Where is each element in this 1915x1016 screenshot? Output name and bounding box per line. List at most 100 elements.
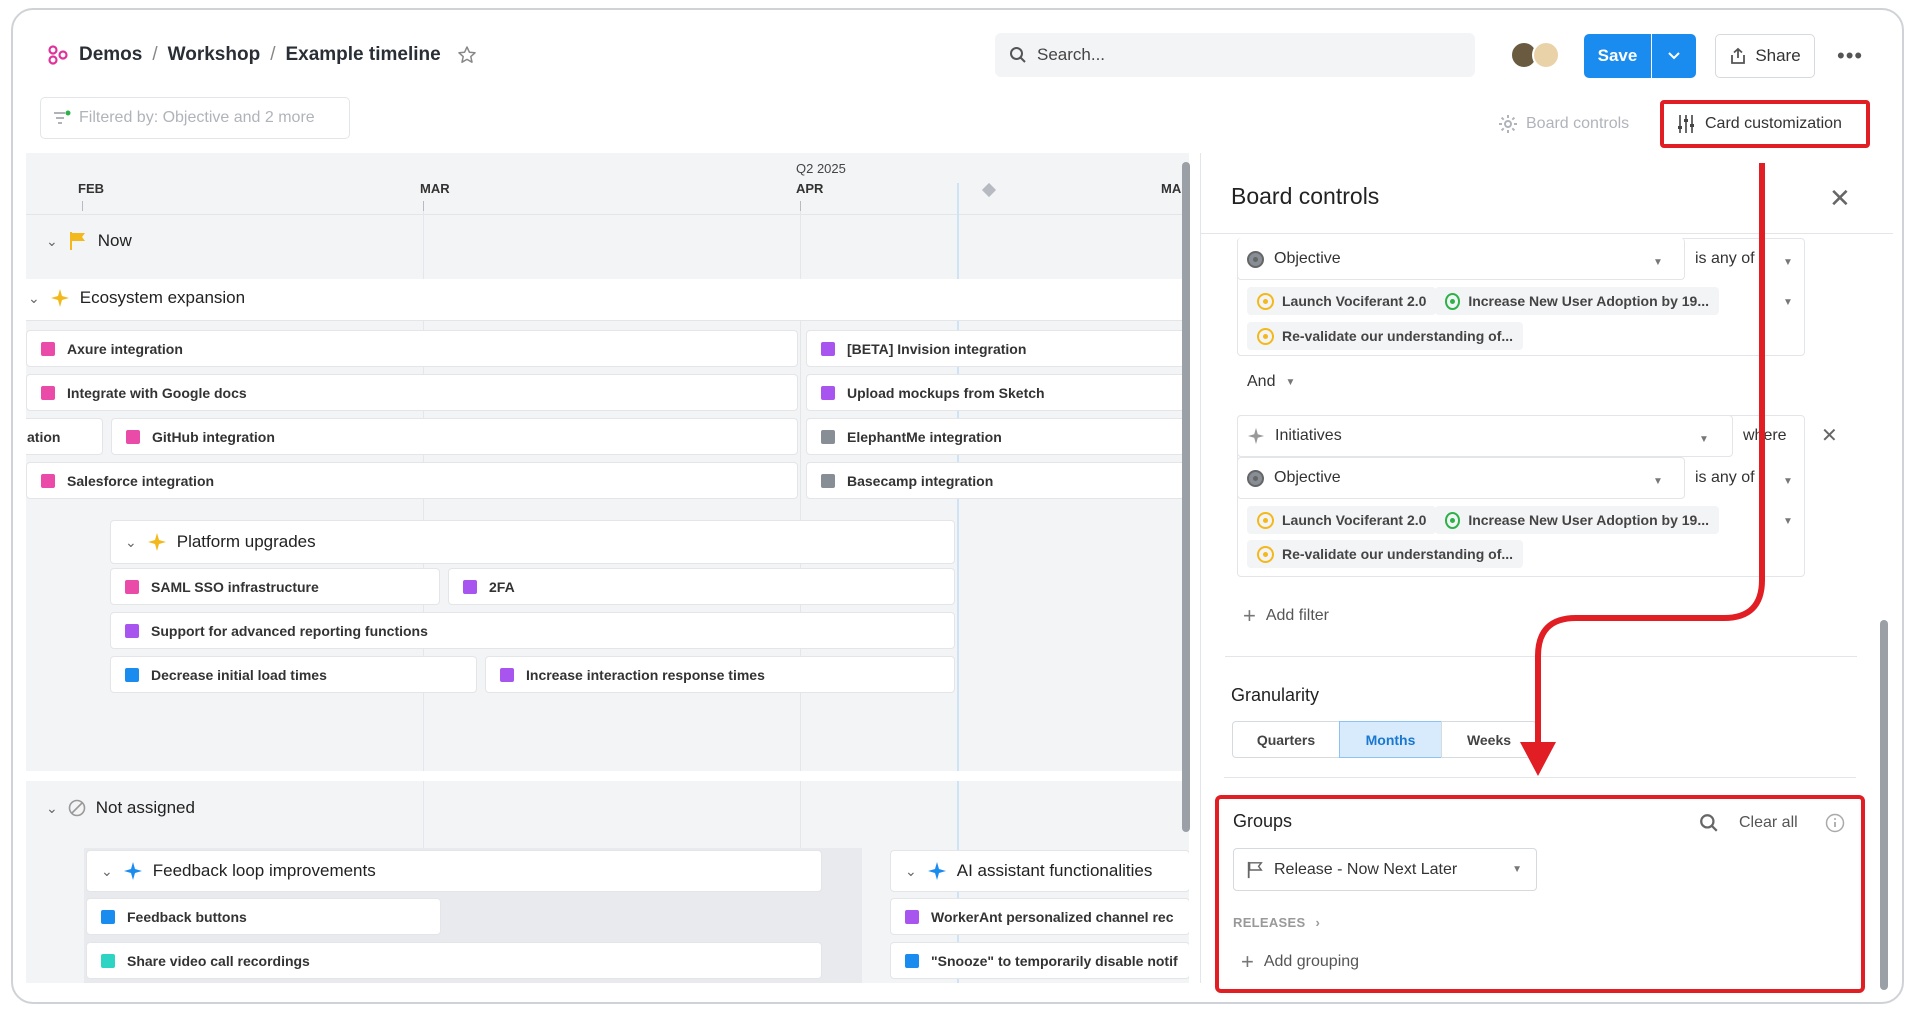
chevron-down-icon[interactable]: ▼ [1783, 297, 1793, 308]
chevron-down-icon[interactable]: ⌄ [46, 800, 58, 817]
chevron-down-icon[interactable]: ⌄ [28, 290, 40, 307]
add-filter-label: Add filter [1265, 607, 1329, 624]
filter-field[interactable]: Objective [1247, 250, 1341, 268]
avatar[interactable] [1532, 41, 1560, 69]
status-swatch [463, 579, 477, 594]
breadcrumb-item-workshop[interactable]: Workshop [168, 44, 261, 66]
filter-summary-label: Filtered by: Objective and 2 more [79, 109, 315, 126]
filter-where: where [1743, 427, 1787, 445]
status-swatch [821, 341, 835, 356]
initiative-header-ai[interactable]: ⌄ AI assistant functionalities [890, 850, 1189, 892]
more-options-icon[interactable]: ••• [1837, 43, 1863, 69]
initiative-title: Feedback loop improvements [152, 861, 376, 880]
chevron-down-icon[interactable]: ⌄ [905, 863, 917, 880]
objective-icon [1445, 511, 1461, 529]
panel-scrollbar[interactable] [1880, 620, 1888, 990]
add-grouping-button[interactable]: + Add grouping [1241, 949, 1359, 975]
feature-card[interactable]: Decrease initial load times [110, 656, 477, 693]
releases-expander[interactable]: RELEASES › [1233, 915, 1320, 930]
search-input[interactable]: Search... [995, 33, 1475, 77]
timeline-board[interactable]: Q2 2025 FEB MAR APR MA ⌄ Now ⌄ Ecosystem… [26, 153, 1189, 983]
card-customization-button[interactable]: Card customization [1660, 100, 1870, 148]
add-filter-button[interactable]: + Add filter [1243, 603, 1329, 629]
breadcrumb-separator: / [270, 44, 276, 65]
initiative-header-ecosystem[interactable]: ⌄ Ecosystem expansion [28, 288, 245, 308]
chevron-down-icon[interactable]: ▼ [1699, 434, 1709, 445]
feature-card[interactable]: WorkerAnt personalized channel rec [890, 898, 1189, 935]
feature-card[interactable]: Increase interaction response times [485, 656, 955, 693]
feature-card[interactable]: SAML SSO infrastructure [110, 568, 440, 605]
initiative-header-platform[interactable]: ⌄ Platform upgrades [110, 520, 955, 564]
chevron-down-icon[interactable]: ▼ [1783, 476, 1793, 487]
feature-card[interactable]: ation [26, 418, 103, 455]
card-title: SAML SSO infrastructure [151, 578, 319, 595]
feature-card[interactable]: 2FA [448, 568, 955, 605]
conjunction-select[interactable]: And ▼ [1247, 373, 1295, 391]
filter-value-chip[interactable]: Increase New User Adoption by 19... [1435, 506, 1719, 534]
clear-all-button[interactable]: Clear all [1739, 814, 1798, 832]
chevron-down-icon[interactable]: ▼ [1783, 516, 1793, 527]
objective-icon [1445, 292, 1461, 310]
granularity-option-quarters[interactable]: Quarters [1232, 721, 1340, 758]
feature-card[interactable]: Feedback buttons [86, 898, 441, 935]
feature-card[interactable]: "Snooze" to temporarily disable notif [890, 942, 1189, 979]
card-title: "Snooze" to temporarily disable notif [931, 952, 1178, 969]
page-title: Example timeline [285, 44, 441, 65]
granularity-option-months[interactable]: Months [1339, 721, 1442, 758]
quarter-label: Q2 2025 [796, 161, 846, 176]
feature-card[interactable]: Salesforce integration [26, 462, 798, 499]
chevron-down-icon[interactable]: ⌄ [125, 534, 137, 551]
search-icon[interactable] [1699, 813, 1719, 833]
chevron-down-icon[interactable]: ▼ [1653, 476, 1663, 487]
chevron-down-icon[interactable]: ⌄ [46, 233, 58, 250]
panel-divider [1201, 233, 1893, 234]
chevron-down-icon[interactable]: ▼ [1783, 257, 1793, 268]
collaborator-avatars[interactable] [1510, 41, 1564, 71]
filter-value-chip[interactable]: Launch Vociferant 2.0 [1247, 506, 1437, 534]
filter-summary[interactable]: Filtered by: Objective and 2 more [40, 97, 350, 139]
initiative-header-feedback[interactable]: ⌄ Feedback loop improvements [86, 850, 822, 892]
feature-card[interactable]: [BETA] Invision integration [806, 330, 1189, 367]
card-title: 2FA [489, 578, 515, 595]
feature-card[interactable]: Upload mockups from Sketch [806, 374, 1189, 411]
grouping-select[interactable]: Release - Now Next Later ▼ [1233, 848, 1537, 891]
app-logo-icon[interactable] [47, 44, 69, 66]
feature-card[interactable]: GitHub integration [111, 418, 798, 455]
grouping-select-label: Release - Now Next Later [1274, 860, 1458, 878]
filter-entity[interactable]: Initiatives [1247, 427, 1342, 445]
group-header-not-assigned[interactable]: ⌄ Not assigned [46, 798, 195, 818]
filter-value-chip[interactable]: Launch Vociferant 2.0 [1247, 287, 1437, 315]
breadcrumb-item-demos[interactable]: Demos [79, 44, 142, 66]
feature-card[interactable]: Share video call recordings [86, 942, 822, 979]
granularity-option-weeks[interactable]: Weeks [1441, 721, 1537, 758]
chevron-down-icon[interactable]: ▼ [1653, 257, 1663, 268]
group-header-now[interactable]: ⌄ Now [46, 231, 132, 251]
share-button[interactable]: Share [1715, 34, 1815, 78]
releases-label: RELEASES [1233, 915, 1306, 930]
chip-label: Launch Vociferant 2.0 [1282, 512, 1427, 528]
card-title: Upload mockups from Sketch [847, 384, 1045, 401]
board-controls-button[interactable]: Board controls [1498, 114, 1629, 134]
feature-card[interactable]: Integrate with Google docs [26, 374, 798, 411]
save-options-dropdown[interactable] [1652, 34, 1696, 78]
star-icon[interactable] [457, 45, 477, 65]
status-swatch [821, 473, 835, 488]
groups-section: Groups Clear all Release - Now Next Late… [1215, 795, 1865, 993]
filter-value-chip[interactable]: Re-validate our understanding of... [1247, 322, 1524, 350]
chevron-down-icon[interactable]: ⌄ [101, 863, 113, 880]
feature-card[interactable]: ElephantMe integration [806, 418, 1189, 455]
chip-label: Re-validate our understanding of... [1282, 328, 1514, 344]
filter-value-chip[interactable]: Increase New User Adoption by 19... [1435, 287, 1719, 315]
save-button[interactable]: Save [1584, 34, 1651, 78]
feature-card[interactable]: Axure integration [26, 330, 798, 367]
filter-field[interactable]: Objective [1247, 469, 1341, 487]
info-icon[interactable] [1825, 813, 1845, 833]
feature-card[interactable]: Basecamp integration [806, 462, 1189, 499]
remove-filter-icon[interactable]: ✕ [1821, 423, 1838, 448]
chevron-down-icon: ▼ [1512, 864, 1522, 875]
close-icon[interactable]: ✕ [1829, 183, 1851, 214]
feature-card[interactable]: Support for advanced reporting functions [110, 612, 955, 649]
granularity-title: Granularity [1231, 685, 1320, 705]
filter-value-chip[interactable]: Re-validate our understanding of... [1247, 540, 1524, 568]
timeline-scrollbar[interactable] [1182, 162, 1190, 832]
